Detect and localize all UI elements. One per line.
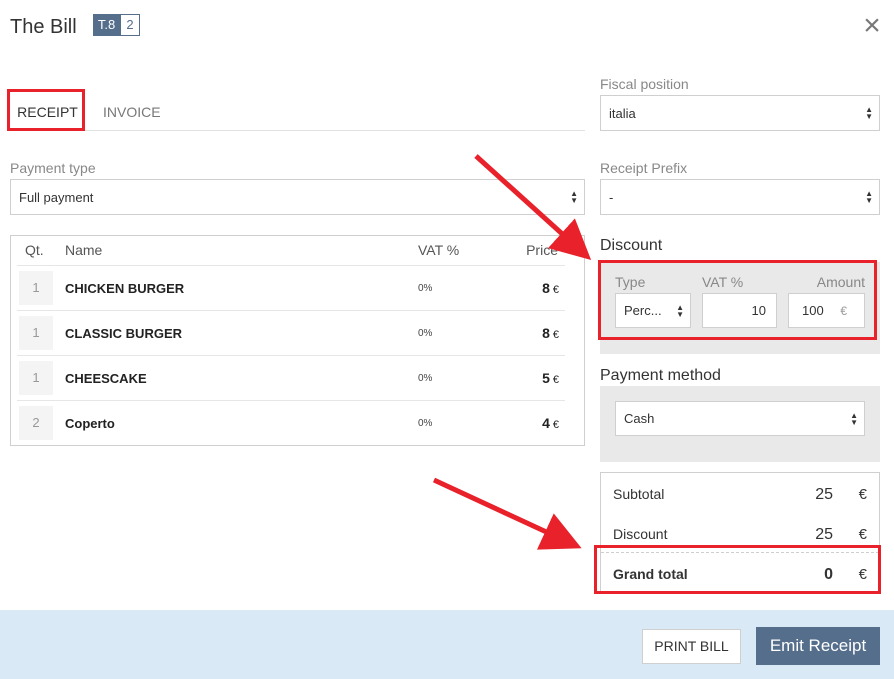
row-price: 5 € <box>542 370 559 386</box>
subtotal-value: 25 <box>815 486 833 503</box>
payment-method-panel: Cash ▲ ▼ <box>600 386 880 462</box>
receipt-prefix-select[interactable]: - ▲ ▼ <box>600 179 880 215</box>
tab-divider <box>10 130 585 131</box>
discount-total-currency: € <box>858 526 867 543</box>
payment-type-label: Payment type <box>10 160 96 176</box>
payment-method-select[interactable]: Cash ▲ ▼ <box>615 401 865 436</box>
row-price: 4 € <box>542 415 559 431</box>
select-arrows-icon: ▲ ▼ <box>865 105 873 121</box>
table-row[interactable]: 1 CHEESCAKE 0% 5 € <box>17 355 565 400</box>
row-name: CHEESCAKE <box>65 371 147 386</box>
payment-type-select[interactable]: Full payment ▲ ▼ <box>10 179 585 215</box>
dialog-title: The Bill <box>10 16 77 38</box>
select-arrows-icon: ▲ ▼ <box>850 410 858 427</box>
payment-method-title: Payment method <box>600 367 721 384</box>
fiscal-position-select[interactable]: italia ▲ ▼ <box>600 95 880 131</box>
row-vat: 0% <box>418 418 433 429</box>
tab-invoice[interactable]: INVOICE <box>103 95 161 131</box>
column-qty: Qt. <box>25 242 44 258</box>
row-qty[interactable]: 2 <box>19 406 53 440</box>
fiscal-position-label: Fiscal position <box>600 76 689 92</box>
discount-title: Discount <box>600 237 663 254</box>
row-vat: 0% <box>418 283 433 294</box>
select-arrows-icon: ▲ ▼ <box>570 189 578 205</box>
print-bill-button[interactable]: PRINT BILL <box>642 629 741 664</box>
select-arrows-icon: ▲ ▼ <box>865 189 873 205</box>
table-badge: T.8 <box>93 14 120 36</box>
arrow-to-grand-total <box>432 477 582 550</box>
row-qty[interactable]: 1 <box>19 271 53 305</box>
emit-receipt-button[interactable]: Emit Receipt <box>756 627 880 665</box>
annotation-discount-box <box>598 260 877 340</box>
subtotal-currency: € <box>858 486 867 503</box>
row-price: 8 € <box>542 325 559 341</box>
receipt-prefix-label: Receipt Prefix <box>600 160 688 176</box>
row-name: Coperto <box>65 416 115 431</box>
annotation-grand-total-box <box>594 545 881 594</box>
close-icon[interactable]: × <box>858 11 886 42</box>
discount-total-value: 25 <box>815 526 833 543</box>
row-qty[interactable]: 1 <box>19 361 53 395</box>
row-name: CLASSIC BURGER <box>65 326 183 341</box>
items-table: Qt. Name VAT % Price 1 CHICKEN BURGER 0%… <box>10 235 585 446</box>
table-row[interactable]: 2 Coperto 0% 4 € <box>17 400 565 445</box>
row-name: CHICKEN BURGER <box>65 281 185 296</box>
column-name: Name <box>65 242 103 258</box>
row-vat: 0% <box>418 328 433 339</box>
payment-type-value: Full payment <box>19 189 94 205</box>
fiscal-position-value: italia <box>609 105 636 121</box>
row-qty[interactable]: 1 <box>19 316 53 350</box>
discount-total-label: Discount <box>613 526 668 542</box>
payment-method-value: Cash <box>624 411 655 426</box>
column-price: Price <box>526 242 558 258</box>
guests-badge: 2 <box>120 14 140 36</box>
table-row[interactable]: 1 CLASSIC BURGER 0% 8 € <box>17 310 565 355</box>
receipt-prefix-value: - <box>609 189 614 205</box>
subtotal-label: Subtotal <box>613 486 665 502</box>
annotation-receipt-box <box>7 89 85 131</box>
table-row[interactable]: 1 CHICKEN BURGER 0% 8 € <box>17 265 565 310</box>
row-price: 8 € <box>542 280 559 296</box>
column-vat: VAT % <box>418 242 460 258</box>
row-vat: 0% <box>418 373 433 384</box>
